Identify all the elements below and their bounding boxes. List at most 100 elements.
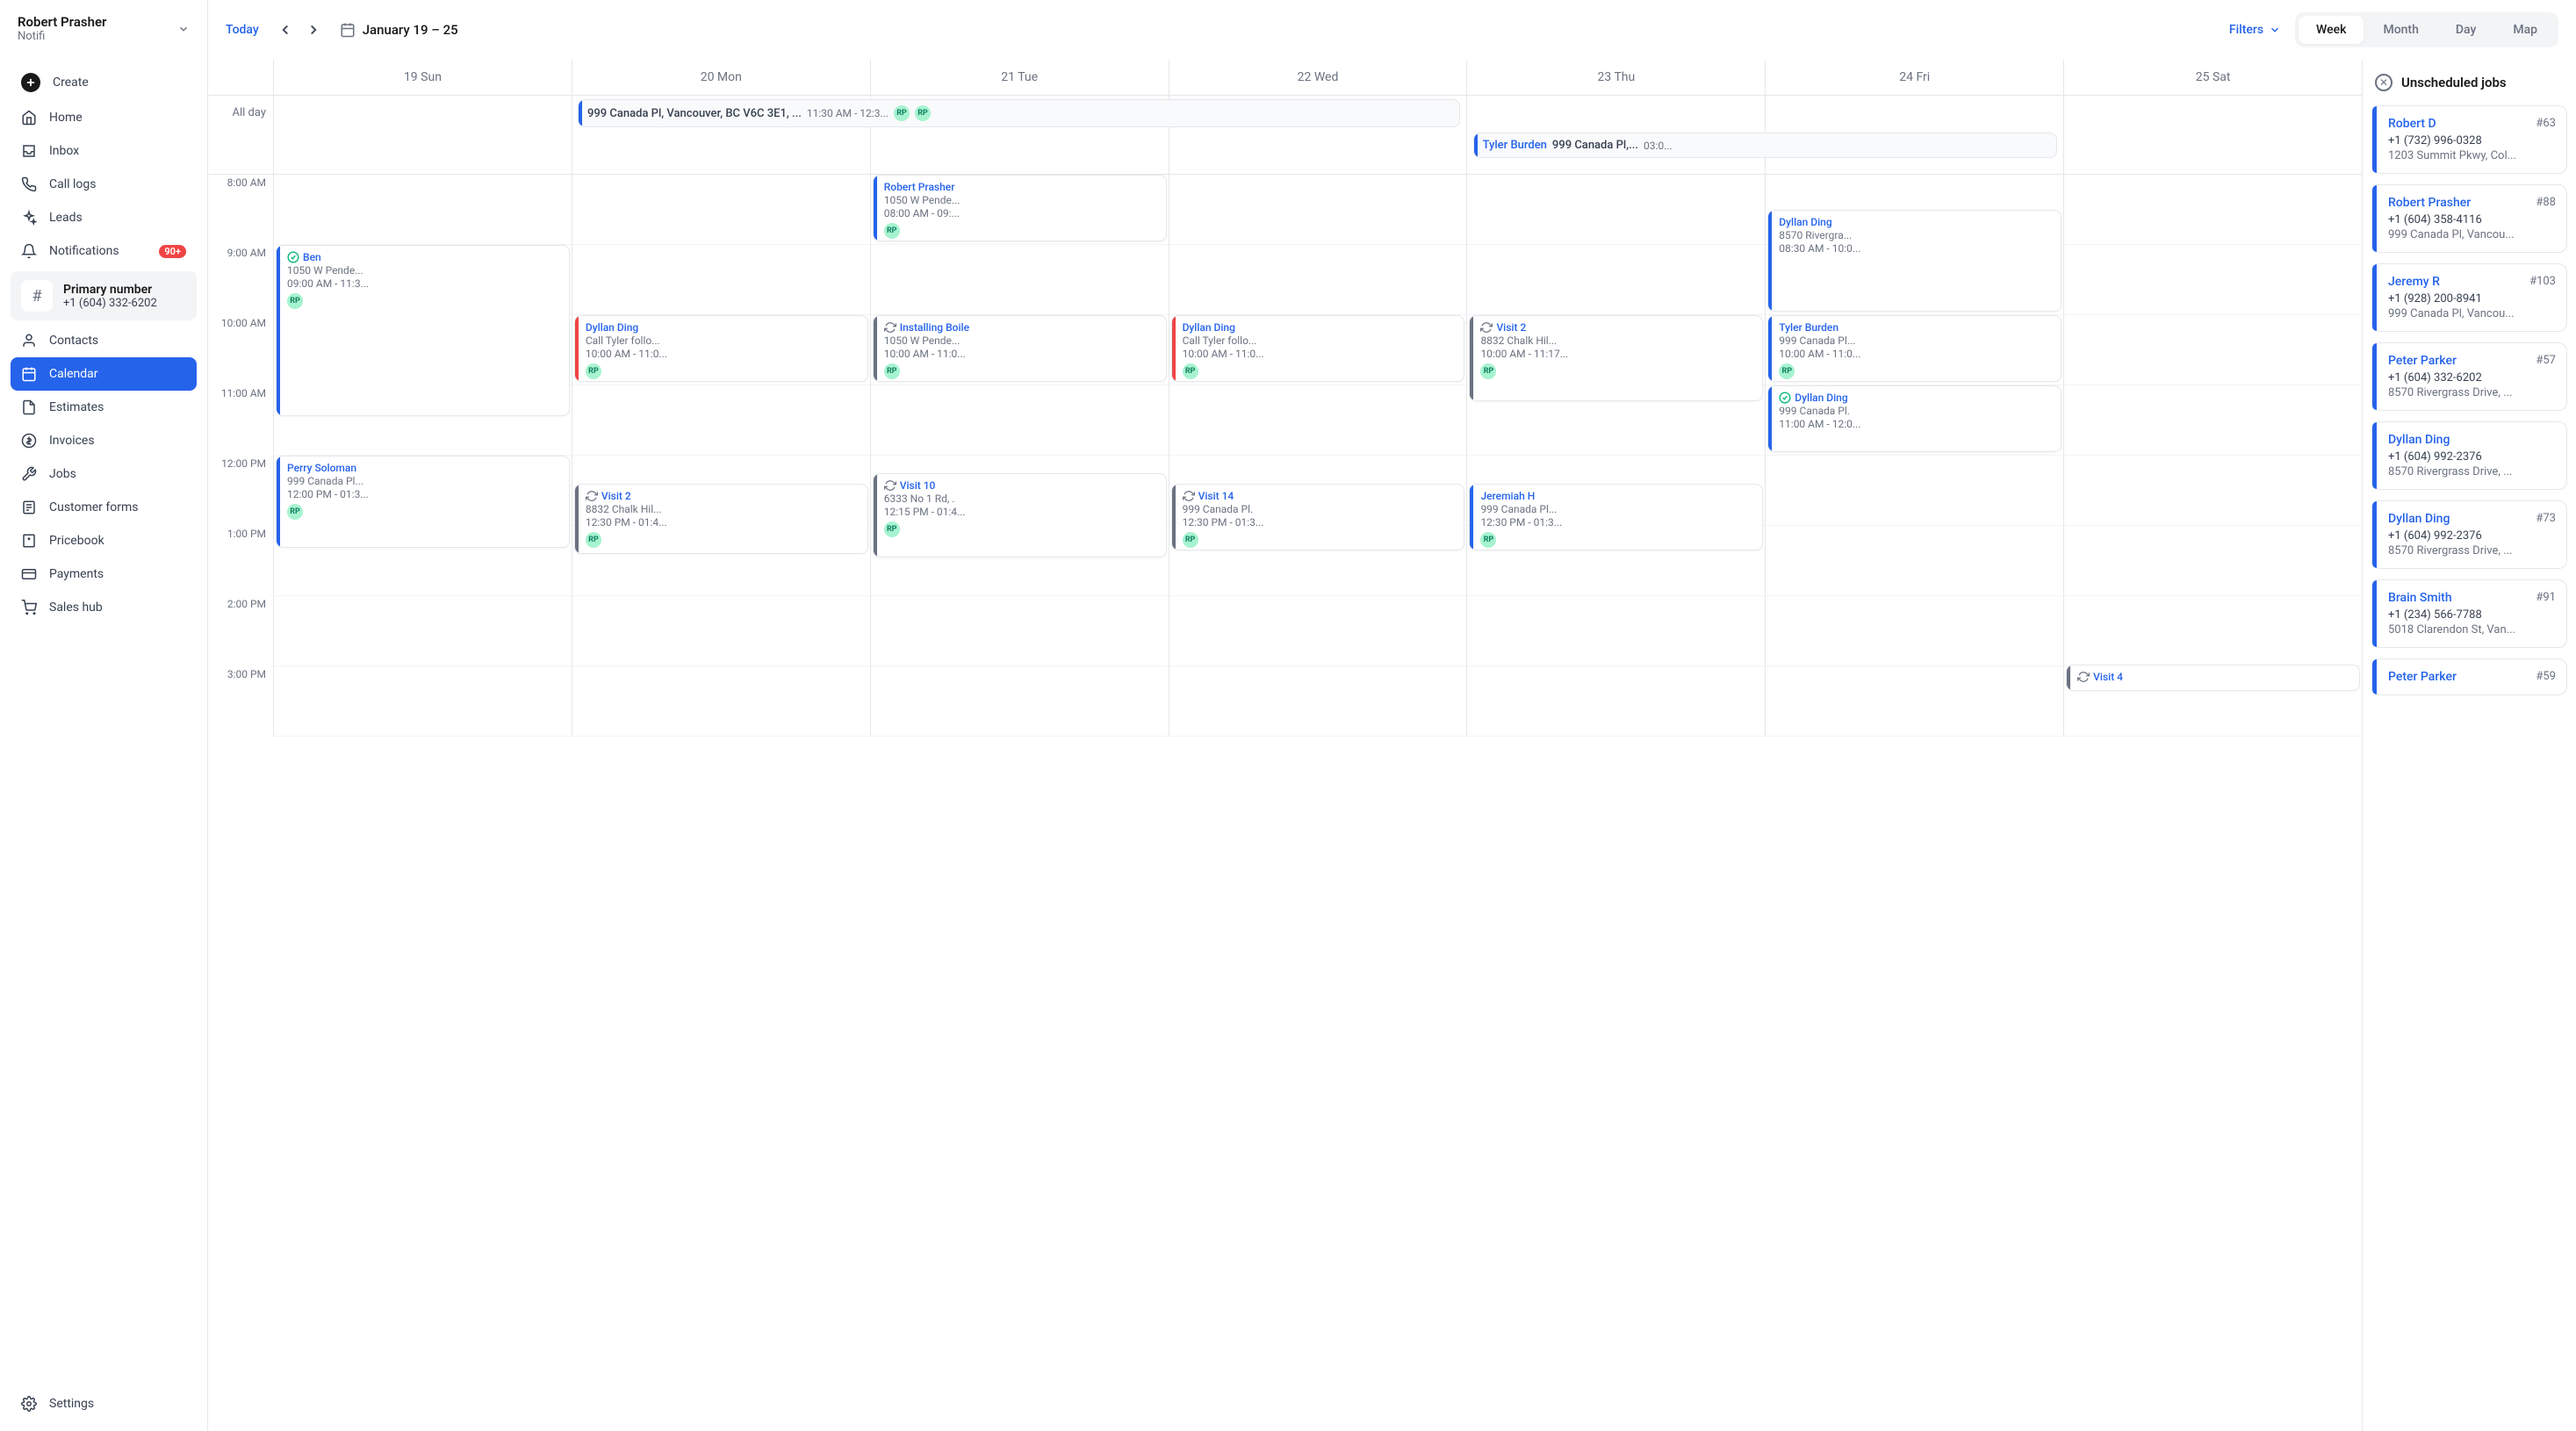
sidebar-item-customer-forms[interactable]: Customer forms	[11, 491, 197, 524]
sidebar-item-notifications[interactable]: Notifications90+	[11, 234, 197, 268]
job-card[interactable]: Peter Parker#57+1 (604) 332-62028570 Riv…	[2371, 342, 2567, 411]
close-panel-icon[interactable]: ✕	[2375, 74, 2393, 91]
calendar-icon	[21, 366, 37, 382]
user-icon	[21, 333, 37, 349]
calendar-event[interactable]: Tyler Burden999 Canada Pl...10:00 AM - 1…	[1767, 315, 2062, 382]
prev-button[interactable]	[273, 18, 298, 42]
event-title: Tyler Burden	[1779, 321, 2054, 334]
job-id: #91	[2536, 591, 2556, 604]
calendar-event[interactable]: Jeremiah H999 Canada Pl...12:30 PM - 01:…	[1469, 484, 1763, 550]
day-header: 23 Thu	[1466, 60, 1765, 95]
sidebar: Robert Prasher Notifi Create HomeInboxCa…	[0, 0, 208, 1431]
home-icon	[21, 110, 37, 126]
job-addr: 1203 Summit Pkwy, Col...	[2388, 149, 2556, 162]
job-id: #88	[2536, 196, 2556, 209]
job-name: Dyllan Ding	[2388, 433, 2450, 447]
calendar-event[interactable]: Ben1050 W Pende...09:00 AM - 11:3...RP	[276, 245, 570, 416]
event-time: 12:30 PM - 01:3...	[1480, 516, 1755, 529]
job-card[interactable]: Dyllan Ding#73+1 (604) 992-23768570 Rive…	[2371, 500, 2567, 569]
sidebar-item-label: Calendar	[49, 367, 98, 381]
job-card[interactable]: Robert Prasher#88+1 (604) 358-4116999 Ca…	[2371, 184, 2567, 253]
allday-label: All day	[208, 96, 273, 174]
wrench-icon	[21, 466, 37, 482]
job-name: Peter Parker	[2388, 354, 2457, 368]
view-day[interactable]: Day	[2438, 16, 2493, 44]
event-time: 10:00 AM - 11:0...	[586, 348, 860, 360]
job-card[interactable]: Brain Smith#91+1 (234) 566-77885018 Clar…	[2371, 579, 2567, 648]
account-switcher[interactable]: Robert Prasher Notifi	[0, 0, 207, 57]
job-name: Robert Prasher	[2388, 196, 2471, 210]
job-addr: 999 Canada Pl, Vancou...	[2388, 228, 2556, 241]
event-sub: 8832 Chalk Hil...	[1480, 334, 1755, 347]
job-card[interactable]: Robert D#63+1 (732) 996-03281203 Summit …	[2371, 105, 2567, 174]
book-icon	[21, 533, 37, 549]
event-time: 09:00 AM - 11:3...	[287, 277, 562, 290]
calendar-event[interactable]: Visit 14999 Canada Pl.12:30 PM - 01:3...…	[1171, 484, 1465, 550]
sidebar-item-pricebook[interactable]: Pricebook	[11, 524, 197, 557]
recur-icon	[1183, 490, 1195, 502]
sidebar-item-payments[interactable]: Payments	[11, 557, 197, 591]
doc-icon	[21, 399, 37, 415]
sidebar-item-call-logs[interactable]: Call logs	[11, 168, 197, 201]
sidebar-item-sales-hub[interactable]: Sales hub	[11, 591, 197, 624]
settings-label: Settings	[49, 1397, 94, 1411]
allday-event[interactable]: Tyler Burden999 Canada Pl,...03:0...	[1473, 133, 2057, 158]
calendar-icon	[340, 22, 356, 38]
sidebar-item-label: Pricebook	[49, 534, 104, 548]
card-icon	[21, 566, 37, 582]
calendar-event[interactable]: Dyllan DingCall Tyler follo...10:00 AM -…	[1171, 315, 1465, 382]
job-card[interactable]: Dyllan Ding+1 (604) 992-23768570 Rivergr…	[2371, 421, 2567, 490]
date-range[interactable]: January 19 – 25	[363, 22, 458, 38]
job-card[interactable]: Peter Parker#59	[2371, 658, 2567, 695]
event-sub: Call Tyler follo...	[1183, 334, 1457, 347]
calendar-event[interactable]: Dyllan DingCall Tyler follo...10:00 AM -…	[574, 315, 868, 382]
user-name: Robert Prasher	[18, 14, 106, 30]
chevron-down-icon[interactable]	[177, 23, 190, 35]
time-label: 2:00 PM	[208, 596, 273, 666]
sidebar-item-calendar[interactable]: Calendar	[11, 357, 197, 391]
job-card[interactable]: Jeremy R#103+1 (928) 200-8941999 Canada …	[2371, 263, 2567, 332]
view-week[interactable]: Week	[2299, 16, 2364, 44]
job-phone: +1 (732) 996-0328	[2388, 134, 2556, 147]
time-label: 11:00 AM	[208, 385, 273, 456]
view-month[interactable]: Month	[2365, 16, 2436, 44]
event-title: Visit 2	[586, 490, 860, 502]
day-header: 20 Mon	[572, 60, 870, 95]
sidebar-item-contacts[interactable]: Contacts	[11, 324, 197, 357]
calendar-event[interactable]: Visit 28832 Chalk Hil...10:00 AM - 11:17…	[1469, 315, 1763, 401]
sidebar-item-estimates[interactable]: Estimates	[11, 391, 197, 424]
avatar: RP	[1480, 363, 1496, 379]
calendar-event[interactable]: Visit 28832 Chalk Hil...12:30 PM - 01:4.…	[574, 484, 868, 554]
calendar-event[interactable]: Robert Prasher1050 W Pende...08:00 AM - …	[873, 175, 1167, 241]
sidebar-item-label: Estimates	[49, 400, 104, 414]
calendar-event[interactable]: Installing Boile1050 W Pende...10:00 AM …	[873, 315, 1167, 382]
primary-number-card[interactable]: # Primary number +1 (604) 332-6202	[11, 271, 197, 320]
event-sub: 999 Canada Pl,...	[1552, 139, 1638, 152]
calendar-event[interactable]: Perry Soloman999 Canada Pl...12:00 PM - …	[276, 456, 570, 548]
today-button[interactable]: Today	[226, 23, 259, 37]
allday-event[interactable]: 999 Canada Pl, Vancouver, BC V6C 3E1, ..…	[578, 99, 1460, 127]
hash-icon: #	[21, 280, 53, 312]
time-label: 9:00 AM	[208, 245, 273, 315]
view-map[interactable]: Map	[2495, 16, 2555, 44]
sidebar-item-leads[interactable]: Leads	[11, 201, 197, 234]
next-button[interactable]	[301, 18, 326, 42]
create-button[interactable]: Create	[11, 64, 197, 101]
calendar-event[interactable]: Dyllan Ding8570 Rivergra...08:30 AM - 10…	[1767, 210, 2062, 312]
sidebar-item-label: Notifications	[49, 244, 119, 258]
sidebar-item-label: Sales hub	[49, 600, 103, 615]
event-time: 12:00 PM - 01:3...	[287, 488, 562, 500]
calendar-event[interactable]: Visit 4	[2066, 665, 2360, 691]
calendar-event[interactable]: Visit 106333 No 1 Rd, .12:15 PM - 01:4..…	[873, 473, 1167, 557]
event-sub: 999 Canada Pl.	[1779, 405, 2054, 417]
settings-button[interactable]: Settings	[11, 1387, 197, 1420]
calendar-event[interactable]: Dyllan Ding999 Canada Pl.11:00 AM - 12:0…	[1767, 385, 2062, 452]
sidebar-item-inbox[interactable]: Inbox	[11, 134, 197, 168]
sidebar-item-jobs[interactable]: Jobs	[11, 457, 197, 491]
sidebar-item-home[interactable]: Home	[11, 101, 197, 134]
sidebar-item-invoices[interactable]: Invoices	[11, 424, 197, 457]
create-label: Create	[53, 76, 89, 90]
form-icon	[21, 500, 37, 515]
filters-button[interactable]: Filters	[2229, 23, 2281, 37]
sidebar-item-label: Contacts	[49, 334, 98, 348]
